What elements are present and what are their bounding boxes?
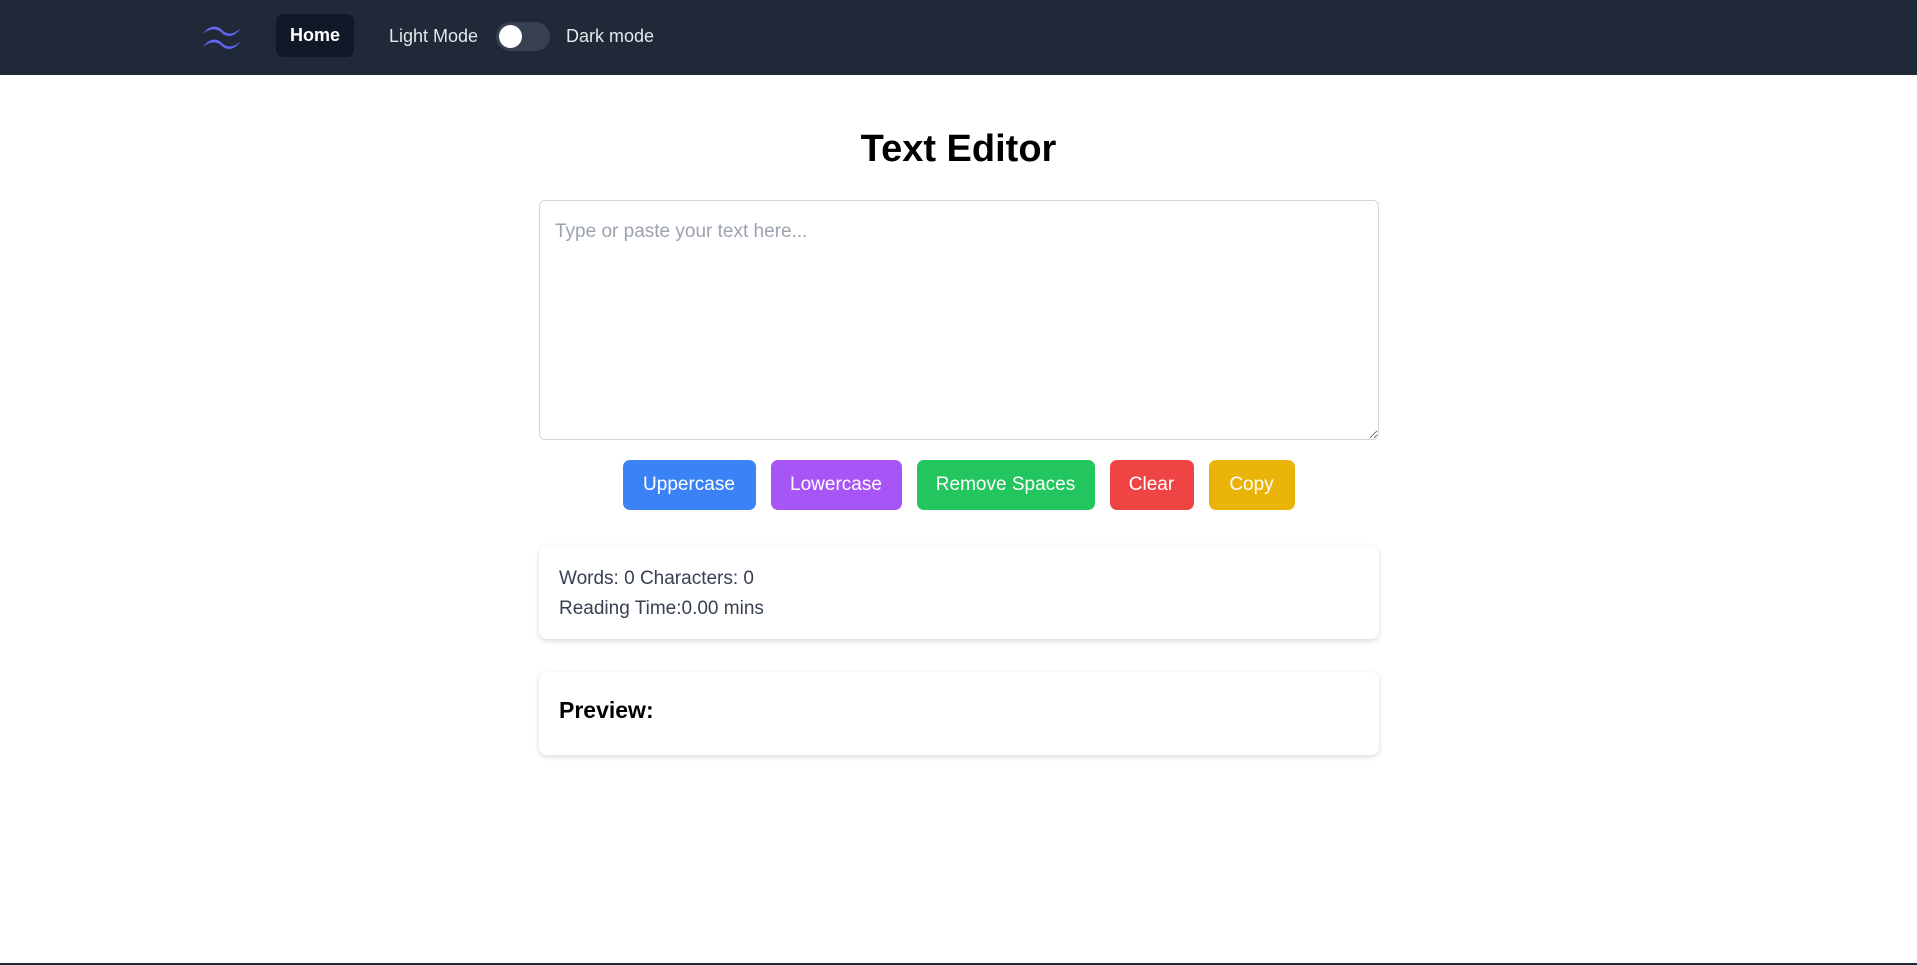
preview-title: Preview: (559, 697, 654, 723)
dark-mode-label: Dark mode (566, 26, 655, 46)
dark-mode-toggle[interactable] (496, 22, 550, 51)
light-mode-label: Light Mode (389, 26, 479, 46)
tailwind-waves-icon[interactable] (199, 20, 245, 52)
uppercase-button[interactable]: Uppercase (622, 460, 756, 510)
copy-button[interactable]: Copy (1208, 460, 1295, 510)
word-character-count: Words: 0 Characters: 0 (559, 568, 755, 589)
clear-button[interactable]: Clear (1109, 460, 1194, 510)
preview-card: Preview: (539, 672, 1379, 755)
lowercase-button[interactable]: Lowercase (770, 460, 902, 510)
toggle-knob (499, 25, 522, 48)
page-title: Text Editor (860, 128, 1057, 170)
stats-card: Words: 0 Characters: 0 Reading Time:0.00… (539, 546, 1379, 639)
action-buttons: Uppercase Lowercase Remove Spaces Clear … (0, 460, 1917, 510)
text-editor-input[interactable] (539, 200, 1379, 440)
reading-time: Reading Time:0.00 mins (559, 598, 764, 619)
home-button[interactable]: Home (276, 14, 354, 57)
navbar: Home Light Mode Dark mode (0, 0, 1917, 75)
remove-spaces-button[interactable]: Remove Spaces (916, 460, 1095, 510)
